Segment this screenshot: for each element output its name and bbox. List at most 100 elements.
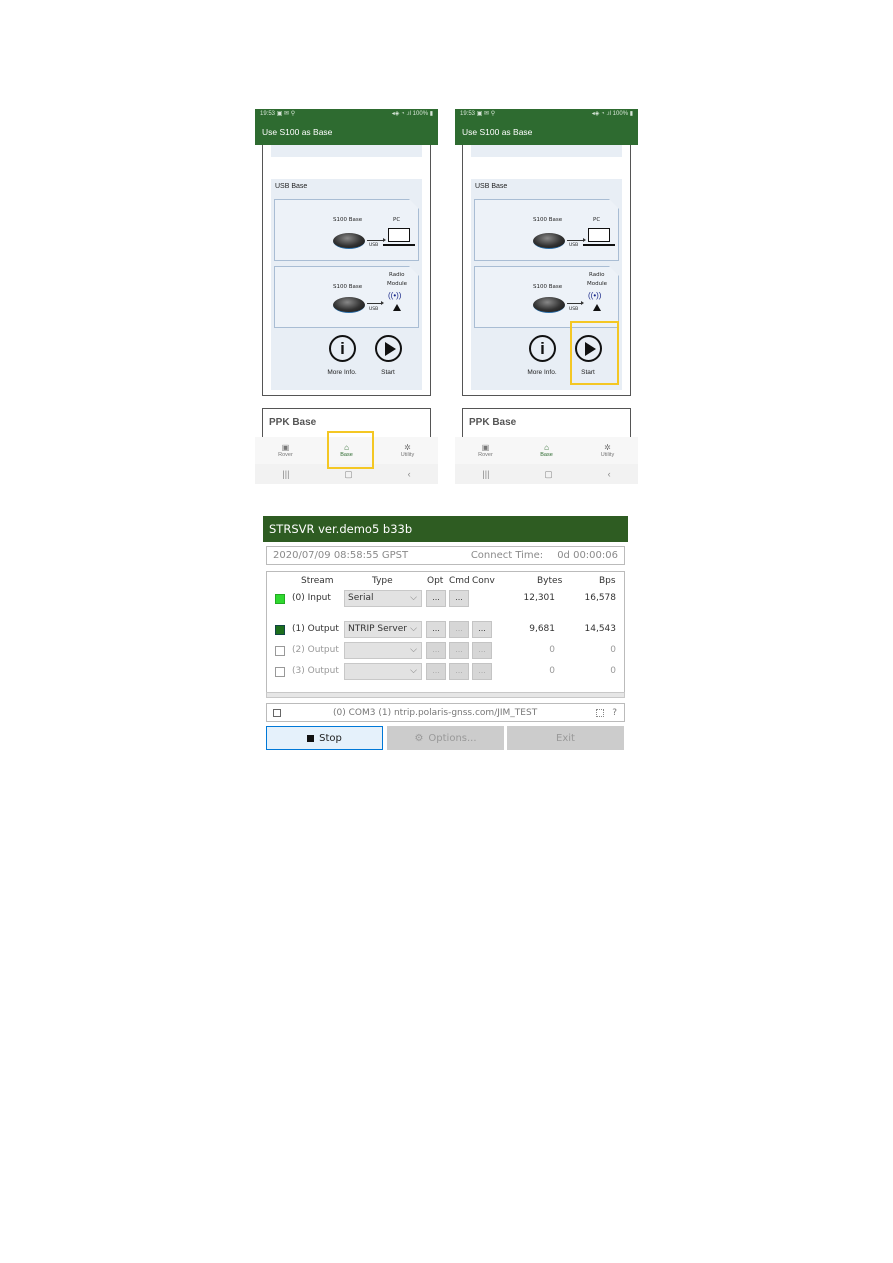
stream-label: (2) Output bbox=[292, 645, 339, 655]
conv-button[interactable]: ... bbox=[472, 663, 492, 680]
home-button[interactable]: ▢ bbox=[344, 469, 353, 480]
header-opt: Opt bbox=[427, 576, 444, 586]
laptop-icon bbox=[388, 228, 410, 242]
system-status-icons: ◂◈ ◔ .ıl 100% ▮ bbox=[391, 111, 433, 117]
stream-enable-checkbox[interactable] bbox=[275, 625, 285, 635]
link-label: USB bbox=[369, 243, 379, 248]
s100-device-image bbox=[333, 297, 365, 313]
usb-base-title: USB Base bbox=[475, 183, 508, 190]
device-label: S100 Base bbox=[333, 217, 363, 223]
status-bar: 19:53 ▣ ✉ ⚲ ◂◈ ◔ .ıl 100% ▮ bbox=[455, 109, 638, 119]
chevron-down-icon: ⌵ bbox=[410, 593, 417, 603]
exit-button[interactable]: Exit bbox=[507, 726, 624, 750]
info-icon[interactable]: i bbox=[329, 335, 356, 362]
stream-row: (0) Input Serial ⌵ ... ... 12,301 16,578 bbox=[267, 590, 624, 608]
opt-button[interactable]: ... bbox=[426, 590, 446, 607]
status-time: 19:53 bbox=[460, 111, 476, 117]
usb-pc-diagram[interactable]: S100 Base USB PC bbox=[274, 199, 419, 261]
nav-rover[interactable]: ▣ Rover bbox=[255, 437, 316, 464]
app-title: Use S100 as Base bbox=[255, 119, 438, 145]
more-info-label[interactable]: More Info. bbox=[322, 369, 362, 376]
task-tray-icon[interactable] bbox=[596, 708, 605, 717]
type-select[interactable]: ⌵ bbox=[344, 642, 422, 659]
header-bytes: Bytes bbox=[537, 576, 563, 586]
cmd-button[interactable]: ... bbox=[449, 590, 469, 607]
header-type: Type bbox=[372, 576, 393, 586]
nav-rover[interactable]: ▣ Rover bbox=[455, 437, 516, 464]
target-label-line1: Radio bbox=[589, 272, 605, 278]
back-button[interactable]: ‹ bbox=[608, 469, 611, 479]
bytes-value: 9,681 bbox=[529, 624, 555, 634]
usb-base-section: USB Base S100 Base USB PC S100 Base USB … bbox=[271, 179, 422, 390]
header-cmd: Cmd bbox=[449, 576, 470, 586]
stream-enable-checkbox[interactable] bbox=[275, 667, 285, 677]
home-button[interactable]: ▢ bbox=[544, 469, 553, 480]
exit-label: Exit bbox=[556, 732, 575, 744]
previous-section-stub bbox=[471, 145, 622, 157]
conv-button[interactable]: ... bbox=[472, 621, 492, 638]
stream-enable-checkbox[interactable] bbox=[275, 646, 285, 656]
progress-bar bbox=[266, 692, 625, 698]
stream-enable-checkbox[interactable] bbox=[275, 594, 285, 604]
info-icon[interactable]: i bbox=[529, 335, 556, 362]
device-label: S100 Base bbox=[333, 284, 363, 290]
back-button[interactable]: ‹ bbox=[408, 469, 411, 479]
nav-label: Rover bbox=[278, 452, 293, 458]
car-icon: ▣ bbox=[481, 443, 490, 452]
time-status-bar: 2020/07/09 08:58:55 GPST Connect Time: 0… bbox=[266, 546, 625, 565]
stream-row: (1) Output NTRIP Server ⌵ ... ... ... 9,6… bbox=[267, 621, 624, 639]
stream-row: (2) Output ⌵ ... ... ... 0 0 bbox=[267, 642, 624, 660]
type-select[interactable]: NTRIP Server ⌵ bbox=[344, 621, 422, 638]
bps-value: 16,578 bbox=[584, 593, 617, 603]
content-scroll[interactable]: USB Base S100 Base USB PC S100 Base USB … bbox=[455, 145, 638, 470]
chevron-down-icon: ⌵ bbox=[410, 666, 417, 676]
stop-button[interactable]: Stop bbox=[266, 726, 383, 750]
options-button[interactable]: ⚙ Options... bbox=[387, 726, 504, 750]
trace-checkbox[interactable] bbox=[273, 708, 281, 717]
arrow-icon bbox=[567, 240, 583, 241]
chevron-down-icon: ⌵ bbox=[410, 624, 417, 634]
bps-value: 0 bbox=[610, 666, 616, 676]
type-value: NTRIP Server bbox=[348, 624, 407, 634]
usb-radio-diagram[interactable]: S100 Base USB Radio Module ((•)) bbox=[274, 266, 419, 328]
more-info-label[interactable]: More Info. bbox=[522, 369, 562, 376]
type-select[interactable]: Serial ⌵ bbox=[344, 590, 422, 607]
antenna-icon bbox=[593, 304, 601, 311]
start-label[interactable]: Start bbox=[368, 369, 408, 376]
nav-utility[interactable]: ✲ Utility bbox=[377, 437, 438, 464]
opt-button[interactable]: ... bbox=[426, 642, 446, 659]
nav-utility[interactable]: ✲ Utility bbox=[577, 437, 638, 464]
nav-base[interactable]: ⌂ Base bbox=[516, 437, 577, 464]
usb-radio-diagram[interactable]: S100 Base USB Radio Module ((•)) bbox=[474, 266, 619, 328]
status-bar: 19:53 ▣ ✉ ⚲ ◂◈ ◔ .ıl 100% ▮ bbox=[255, 109, 438, 119]
bytes-value: 0 bbox=[549, 645, 555, 655]
bottom-navigation: ▣ Rover ⌂ Base ✲ Utility bbox=[455, 437, 638, 464]
target-label-line2: Module bbox=[587, 281, 607, 287]
connect-time-label: Connect Time: bbox=[470, 550, 544, 561]
cmd-button[interactable]: ... bbox=[449, 642, 469, 659]
cmd-button[interactable]: ... bbox=[449, 663, 469, 680]
play-icon[interactable] bbox=[375, 335, 402, 362]
help-icon[interactable]: ? bbox=[612, 708, 617, 718]
status-time: 19:53 bbox=[260, 111, 276, 117]
opt-button[interactable]: ... bbox=[426, 621, 446, 638]
recents-button[interactable]: ||| bbox=[482, 469, 489, 479]
stream-label: (1) Output bbox=[292, 624, 339, 634]
highlight-box bbox=[570, 321, 619, 385]
type-select[interactable]: ⌵ bbox=[344, 663, 422, 680]
bps-value: 0 bbox=[610, 645, 616, 655]
chevron-down-icon: ⌵ bbox=[410, 645, 417, 655]
opt-button[interactable]: ... bbox=[426, 663, 446, 680]
ppk-base-title: PPK Base bbox=[269, 417, 317, 428]
laptop-icon bbox=[588, 228, 610, 242]
target-label-line1: Radio bbox=[389, 272, 405, 278]
highlight-box bbox=[327, 431, 374, 469]
cmd-button[interactable]: ... bbox=[449, 621, 469, 638]
content-scroll[interactable]: USB Base S100 Base USB PC S100 Base USB … bbox=[255, 145, 438, 470]
usb-pc-diagram[interactable]: S100 Base USB PC bbox=[474, 199, 619, 261]
type-value: Serial bbox=[348, 593, 374, 603]
link-label: USB bbox=[569, 307, 579, 312]
antenna-icon bbox=[393, 304, 401, 311]
conv-button[interactable]: ... bbox=[472, 642, 492, 659]
recents-button[interactable]: ||| bbox=[282, 469, 289, 479]
